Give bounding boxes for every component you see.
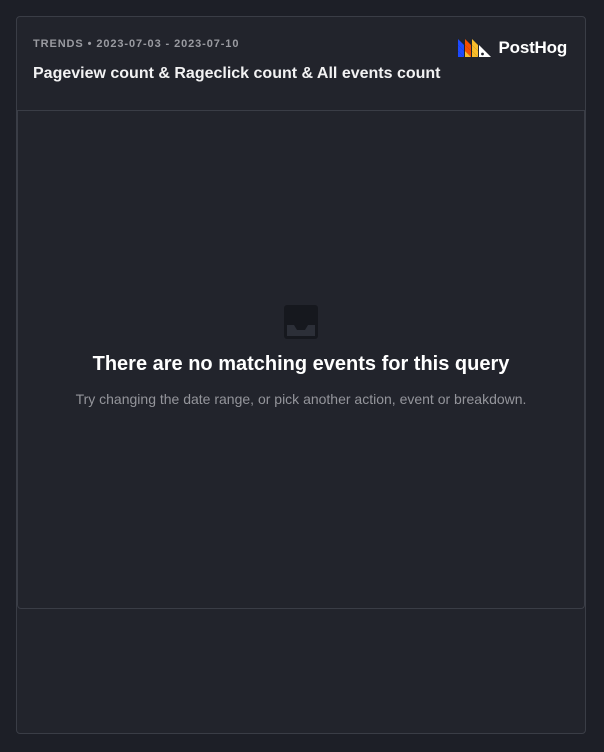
empty-state-title: There are no matching events for this qu… <box>92 353 510 375</box>
posthog-logo[interactable]: PostHog <box>457 37 568 59</box>
insight-chart-area: There are no matching events for this qu… <box>17 111 585 609</box>
inbox-icon <box>283 304 319 340</box>
posthog-logo-icon <box>457 39 492 57</box>
insight-title: Pageview count & Rageclick count & All e… <box>33 65 441 82</box>
insight-card: TRENDS • 2023-07-03 - 2023-07-10 Pagevie… <box>16 16 586 734</box>
meta-separator: • <box>87 38 93 50</box>
insight-header: TRENDS • 2023-07-03 - 2023-07-10 Pagevie… <box>17 17 585 111</box>
insight-date-range: 2023-07-03 - 2023-07-10 <box>96 38 240 50</box>
insight-meta: TRENDS • 2023-07-03 - 2023-07-10 <box>33 38 239 50</box>
insight-kind: TRENDS <box>33 38 84 50</box>
posthog-wordmark: PostHog <box>498 38 568 57</box>
empty-state: There are no matching events for this qu… <box>18 111 584 608</box>
empty-state-description: Try changing the date range, or pick ano… <box>75 391 527 407</box>
